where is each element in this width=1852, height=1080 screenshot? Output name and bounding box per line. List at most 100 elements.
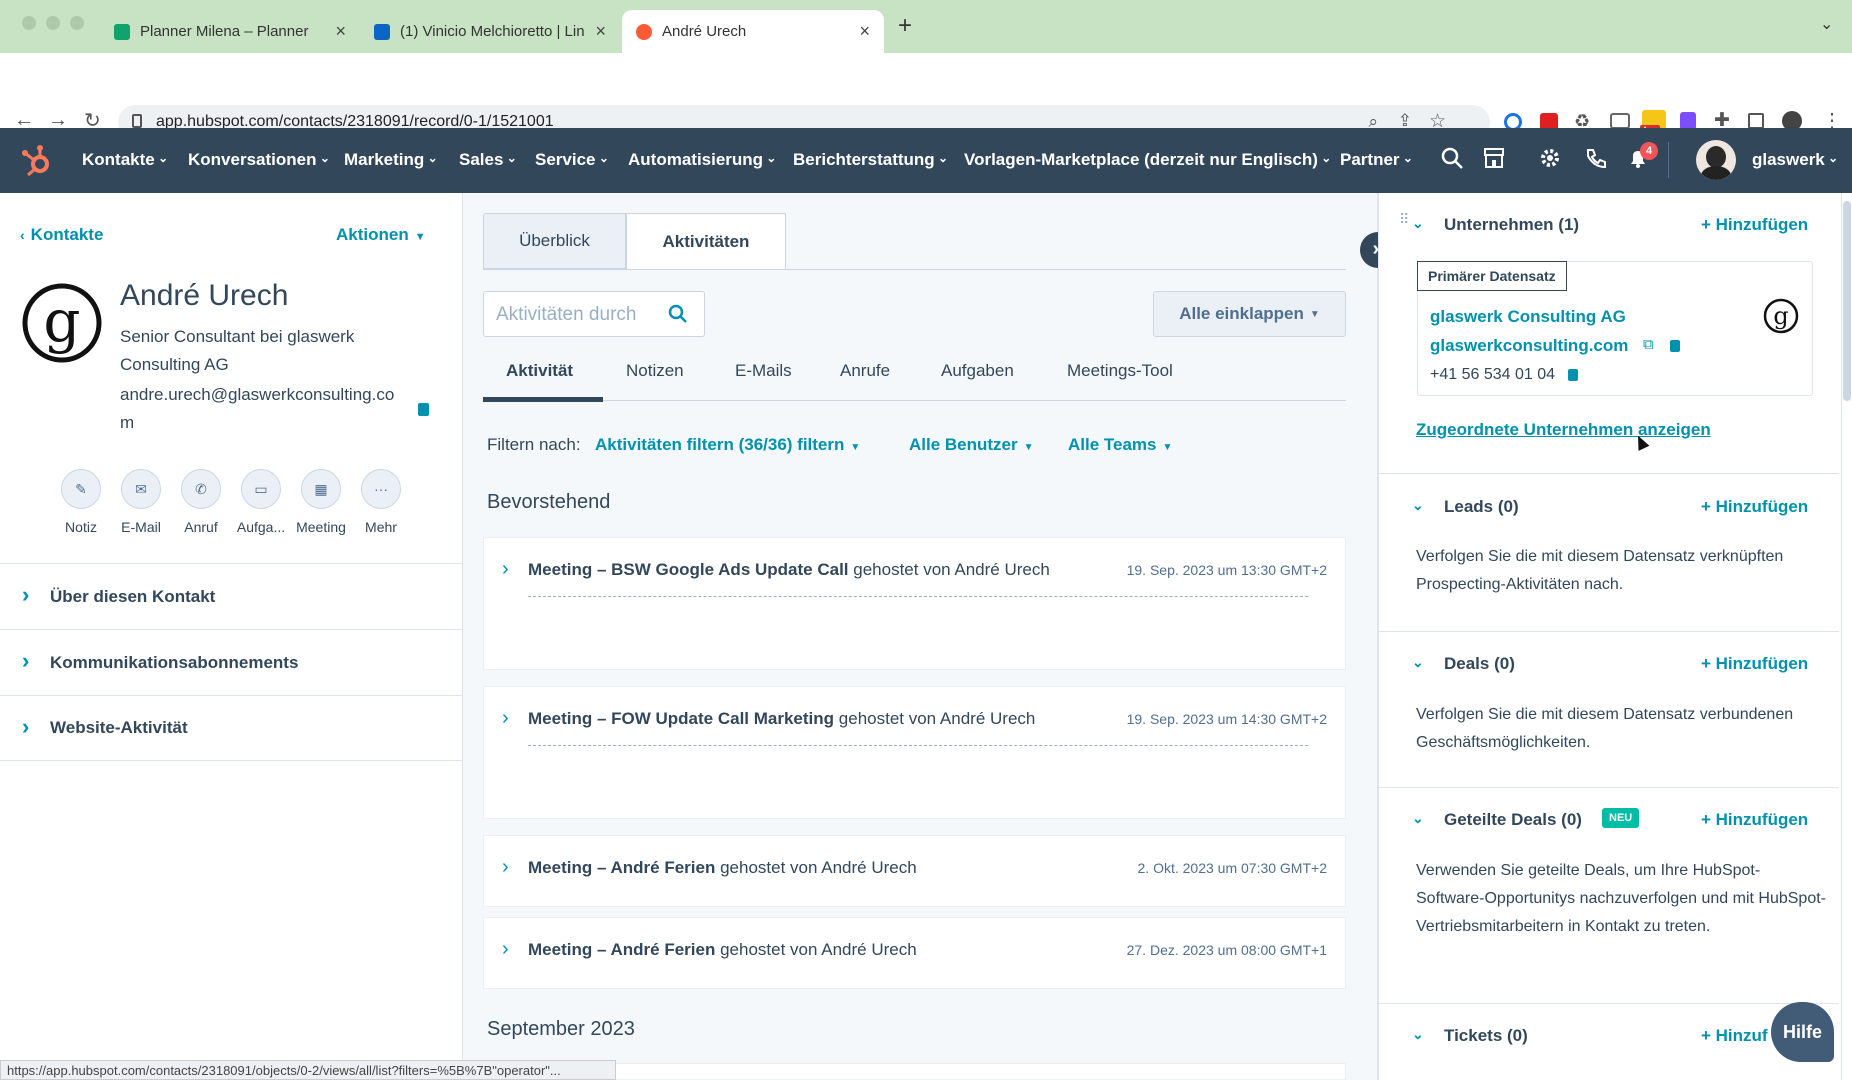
chevron-right-icon[interactable]: › (502, 558, 509, 581)
subtab-activity[interactable]: Aktivität (506, 361, 573, 381)
activity-title[interactable]: Meeting – FOW Update Call Marketing geho… (528, 709, 1035, 729)
task-icon[interactable]: ▭ (241, 469, 281, 509)
chevron-down-icon[interactable]: ⌄ (1412, 654, 1424, 671)
add-lead-button[interactable]: + Hinzufügen (1701, 497, 1808, 517)
subtab-notes[interactable]: Notizen (626, 361, 684, 381)
nav-konversationen[interactable]: Konversationen (188, 150, 330, 170)
tab-overview[interactable]: Überblick (483, 213, 626, 269)
add-company-button[interactable]: + Hinzufügen (1701, 215, 1808, 235)
notifications-bell-icon[interactable]: 4 (1626, 142, 1658, 174)
close-tab-icon[interactable]: × (859, 21, 870, 42)
tab-activities[interactable]: Aktivitäten (626, 213, 786, 270)
company-name-link[interactable]: glaswerk Consulting AG (1430, 307, 1626, 327)
chevron-right-icon[interactable]: › (502, 938, 509, 961)
subtab-tasks[interactable]: Aufgaben (941, 361, 1014, 381)
contact-avatar[interactable]: g (22, 283, 102, 363)
chevron-down-icon[interactable]: ⌄ (1412, 497, 1424, 514)
add-shared-deal-button[interactable]: + Hinzufügen (1701, 810, 1808, 830)
activity-date: 19. Sep. 2023 um 13:30 GMT+2 (1126, 562, 1327, 578)
activity-title[interactable]: Meeting – André Ferien gehostet von Andr… (528, 858, 917, 878)
new-tab-button[interactable]: + (898, 12, 912, 40)
chevron-right-icon[interactable]: › (502, 856, 509, 879)
activity-card[interactable]: › Meeting – BSW Google Ads Update Call ge… (483, 537, 1346, 670)
filter-users-dropdown[interactable]: Alle Benutzer ▼ (909, 435, 1034, 455)
subtab-calls[interactable]: Anrufe (840, 361, 890, 381)
right-scrollbar-thumb[interactable] (1843, 201, 1851, 401)
chevron-right-icon[interactable]: › (502, 707, 509, 730)
quick-action-aufga[interactable]: ▭ Aufga... (231, 469, 291, 535)
filter-activities-dropdown[interactable]: Aktivitäten filtern (36/36) filtern ▼ (595, 435, 860, 455)
camera-extension-icon[interactable] (1610, 113, 1630, 129)
add-ticket-button[interactable]: + Hinzuf (1701, 1026, 1768, 1046)
close-tab-icon[interactable]: × (335, 21, 346, 42)
linkedin-favicon-icon (374, 23, 390, 40)
phone-icon[interactable]: ✆ (181, 469, 221, 509)
email-icon[interactable]: ✉ (121, 469, 161, 509)
chevron-down-icon[interactable]: ⌄ (1412, 215, 1424, 232)
search-icon[interactable] (668, 304, 688, 324)
window-close-dot[interactable] (22, 16, 36, 30)
copy-email-icon[interactable] (418, 403, 429, 416)
section-about-contact[interactable]: Über diesen Kontakt (0, 563, 462, 629)
activity-card[interactable]: › Meeting – André Ferien gehostet von And… (483, 835, 1346, 907)
actions-dropdown[interactable]: Aktionen ▼ (336, 225, 426, 245)
more-icon[interactable]: ··· (361, 469, 401, 509)
help-button[interactable]: Hilfe (1771, 1002, 1834, 1062)
window-minimize-dot[interactable] (46, 16, 60, 30)
browser-tab-hubspot[interactable]: André Urech × (622, 10, 884, 53)
quick-action-anruf[interactable]: ✆ Anruf (171, 469, 231, 535)
company-logo-icon: g (1763, 298, 1799, 334)
chevron-down-icon[interactable]: ⌄ (1412, 810, 1424, 827)
chevron-down-icon[interactable]: ⌄ (1412, 1026, 1424, 1043)
window-zoom-dot[interactable] (70, 16, 84, 30)
external-link-icon[interactable]: ⧉ (1643, 336, 1654, 353)
section-communication-subscriptions[interactable]: Kommunikationsabonnements (0, 629, 462, 695)
show-associated-companies-link[interactable]: Zugeordnete Unternehmen anzeigen (1416, 420, 1711, 440)
nav-marketing[interactable]: Marketing (344, 150, 438, 170)
activity-search-input[interactable]: Aktivitäten durch (483, 291, 705, 337)
nav-berichterstattung[interactable]: Berichterstattung (793, 150, 948, 170)
nav-service[interactable]: Service (535, 150, 609, 170)
company-domain-link[interactable]: glaswerkconsulting.com (1430, 336, 1628, 356)
section-website-activity[interactable]: Website-Aktivität (0, 695, 462, 761)
copy-phone-icon[interactable] (1568, 369, 1578, 381)
copy-domain-icon[interactable] (1670, 340, 1680, 352)
activity-card[interactable]: › Meeting – FOW Update Call Marketing geh… (483, 686, 1346, 819)
drag-handle-icon[interactable]: ⠿ (1399, 211, 1409, 228)
right-scroll-track (1841, 193, 1842, 1080)
subtab-meetings-tool[interactable]: Meetings-Tool (1067, 361, 1173, 381)
browser-tab-linkedin[interactable]: (1) Vinicio Melchioretto | Linke × (360, 10, 620, 53)
sidepanel-icon[interactable] (1748, 113, 1764, 129)
collapse-all-button[interactable]: Alle einklappen ▼ (1153, 291, 1346, 337)
back-to-contacts-link[interactable]: ‹ Kontakte (20, 225, 103, 245)
hubspot-logo-icon[interactable] (20, 144, 52, 178)
note-icon[interactable]: ✎ (61, 469, 101, 509)
search-icon[interactable] (1440, 146, 1468, 174)
subtab-emails[interactable]: E-Mails (735, 361, 792, 381)
nav-automatisierung[interactable]: Automatisierung (628, 150, 776, 170)
user-avatar[interactable] (1696, 140, 1736, 180)
calling-icon[interactable] (1584, 146, 1612, 174)
nav-kontakte[interactable]: Kontakte (82, 150, 168, 170)
meeting-icon[interactable]: ▦ (301, 469, 341, 509)
account-menu[interactable]: glaswerk (1752, 150, 1838, 170)
quick-action-meeting[interactable]: ▦ Meeting (291, 469, 351, 535)
activity-title[interactable]: Meeting – André Ferien gehostet von Andr… (528, 940, 917, 960)
nav-sales[interactable]: Sales (459, 150, 517, 170)
activity-title[interactable]: Meeting – BSW Google Ads Update Call geh… (528, 560, 1050, 580)
nav-vorlagen-marketplace[interactable]: Vorlagen-Marketplace (derzeit nur Englis… (964, 150, 1331, 170)
settings-gear-icon[interactable] (1538, 146, 1566, 174)
activity-card[interactable]: › Meeting – André Ferien gehostet von And… (483, 917, 1346, 989)
nav-partner[interactable]: Partner (1340, 150, 1413, 170)
tab-search-chevron-icon[interactable]: ⌄ (1820, 14, 1833, 34)
close-tab-icon[interactable]: × (595, 21, 606, 42)
quick-action-mehr[interactable]: ··· Mehr (351, 469, 411, 535)
filter-teams-dropdown[interactable]: Alle Teams ▼ (1068, 435, 1172, 455)
quick-action-notiz[interactable]: ✎ Notiz (51, 469, 111, 535)
quick-action-email[interactable]: ✉ E-Mail (111, 469, 171, 535)
browser-tab-planner[interactable]: Planner Milena – Planner × (100, 10, 360, 53)
add-deal-button[interactable]: + Hinzufügen (1701, 654, 1808, 674)
contact-email[interactable]: andre.urech@glaswerkconsulting.co m (120, 381, 394, 437)
marketplace-icon[interactable] (1482, 146, 1510, 174)
primary-company-card: Primärer Datensatz glaswerk Consulting A… (1417, 261, 1813, 396)
